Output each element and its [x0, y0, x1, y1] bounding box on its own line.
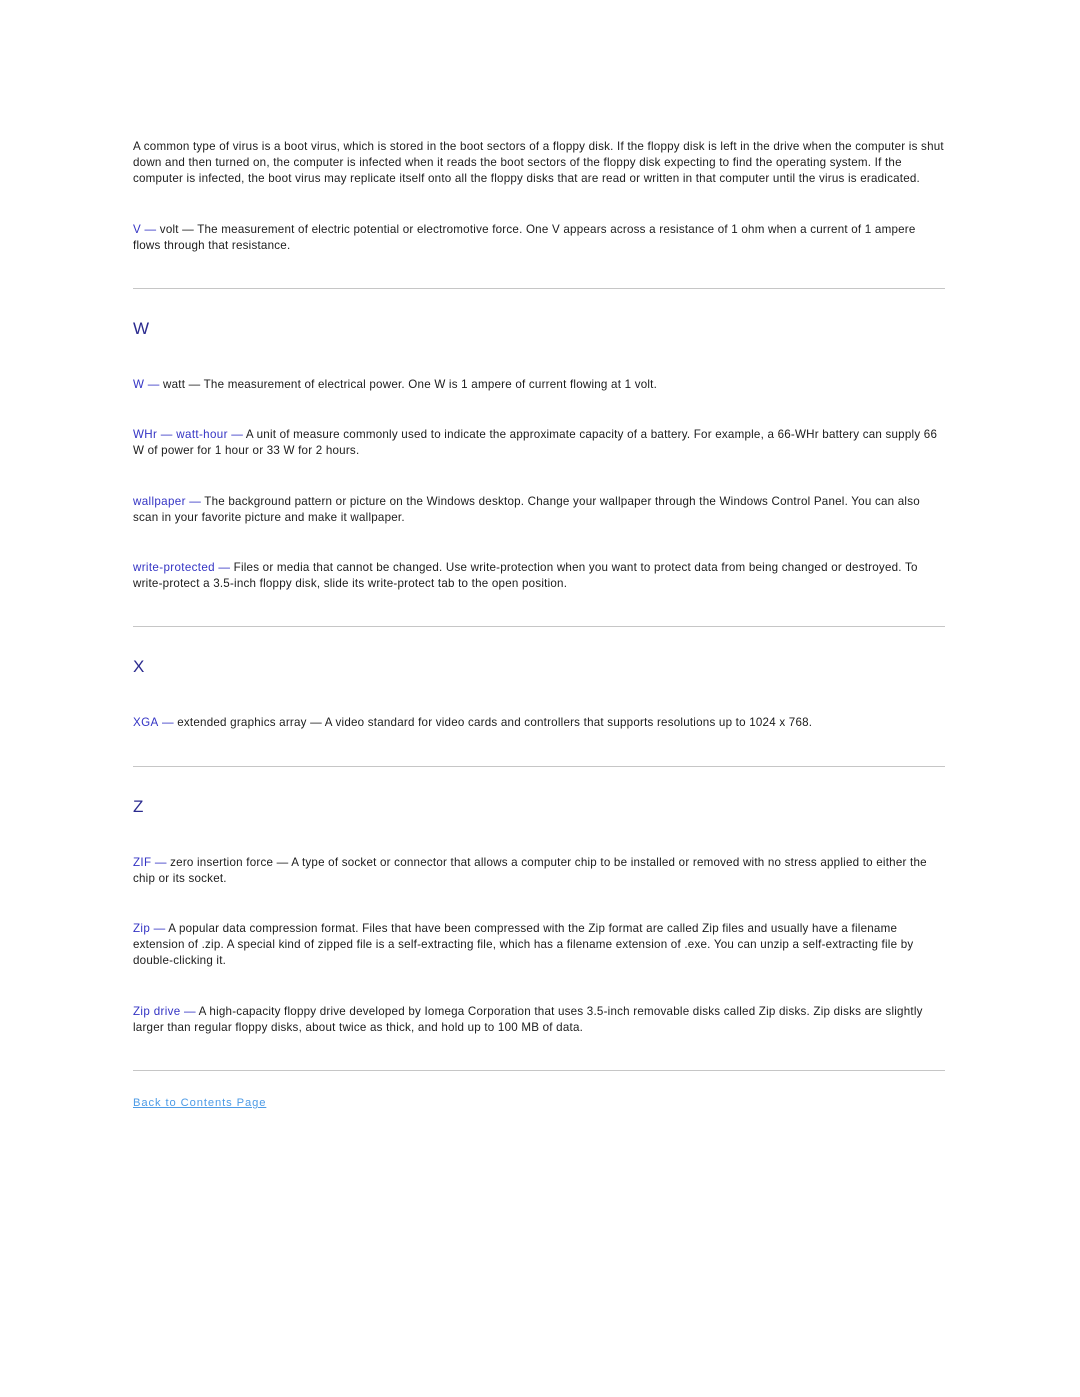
entry-term: ZIF: [133, 855, 152, 869]
entry-dash: —: [185, 494, 205, 508]
entry-term: XGA: [133, 716, 159, 730]
entry-definition: extended graphics array — A video standa…: [177, 716, 813, 730]
entry-definition: The background pattern or picture on the…: [133, 494, 920, 524]
entry-term: wallpaper: [133, 494, 186, 508]
section-heading-w: W: [133, 319, 150, 339]
glossary-entry-wallpaper: wallpaper — The background pattern or pi…: [133, 494, 945, 526]
glossary-entry-write-protected: write-protected — Files or media that ca…: [133, 560, 945, 592]
glossary-entry-v: V — volt — The measurement of electric p…: [133, 222, 945, 254]
entry-term: W: [133, 378, 145, 392]
entry-term: WHr — watt-hour: [133, 428, 228, 442]
entry-definition-v: volt — The measurement of electric poten…: [133, 222, 916, 252]
entry-dash: —: [151, 855, 171, 869]
virus-note-paragraph: A common type of virus is a boot virus, …: [133, 140, 944, 186]
glossary-page: A common type of virus is a boot virus, …: [0, 0, 1080, 1397]
glossary-entry-zip-drive: Zip drive — A high-capacity floppy drive…: [133, 1004, 945, 1036]
section-heading-x: X: [133, 657, 145, 677]
entry-term: write-protected: [133, 561, 215, 575]
entry-term-v: V: [133, 222, 142, 236]
entry-dash: —: [158, 716, 178, 730]
entry-dash: —: [214, 561, 234, 575]
entry-term: Zip: [133, 922, 151, 936]
entry-definition: zero insertion force — A type of socket …: [133, 855, 927, 885]
entry-definition: watt — The measurement of electrical pow…: [163, 378, 658, 392]
entry-definition: Files or media that cannot be changed. U…: [133, 561, 918, 591]
entry-dash: —: [150, 922, 169, 936]
entry-definition: A high-capacity floppy drive developed b…: [133, 1004, 923, 1034]
glossary-entry-xga: XGA — extended graphics array — A video …: [133, 715, 945, 731]
entry-definition: A popular data compression format. Files…: [133, 922, 914, 968]
glossary-entry-zif: ZIF — zero insertion force — A type of s…: [133, 855, 945, 887]
entry-dash: —: [144, 378, 163, 392]
entry-dash-v: —: [141, 222, 160, 236]
entry-dash: —: [227, 428, 246, 442]
entry-definition: A unit of measure commonly used to indic…: [133, 428, 938, 458]
glossary-entry-zip: Zip — A popular data compression format.…: [133, 921, 945, 970]
entry-dash: —: [180, 1004, 199, 1018]
glossary-entry-w-watt: W — watt — The measurement of electrical…: [133, 377, 945, 393]
section-heading-z: Z: [133, 796, 144, 816]
back-to-contents-link[interactable]: Back to Contents Page: [133, 1097, 266, 1109]
content-column: A common type of virus is a boot virus, …: [133, 139, 945, 1111]
entry-term: Zip drive: [133, 1004, 181, 1018]
glossary-entry-whr: WHr — watt-hour — A unit of measure comm…: [133, 427, 945, 459]
